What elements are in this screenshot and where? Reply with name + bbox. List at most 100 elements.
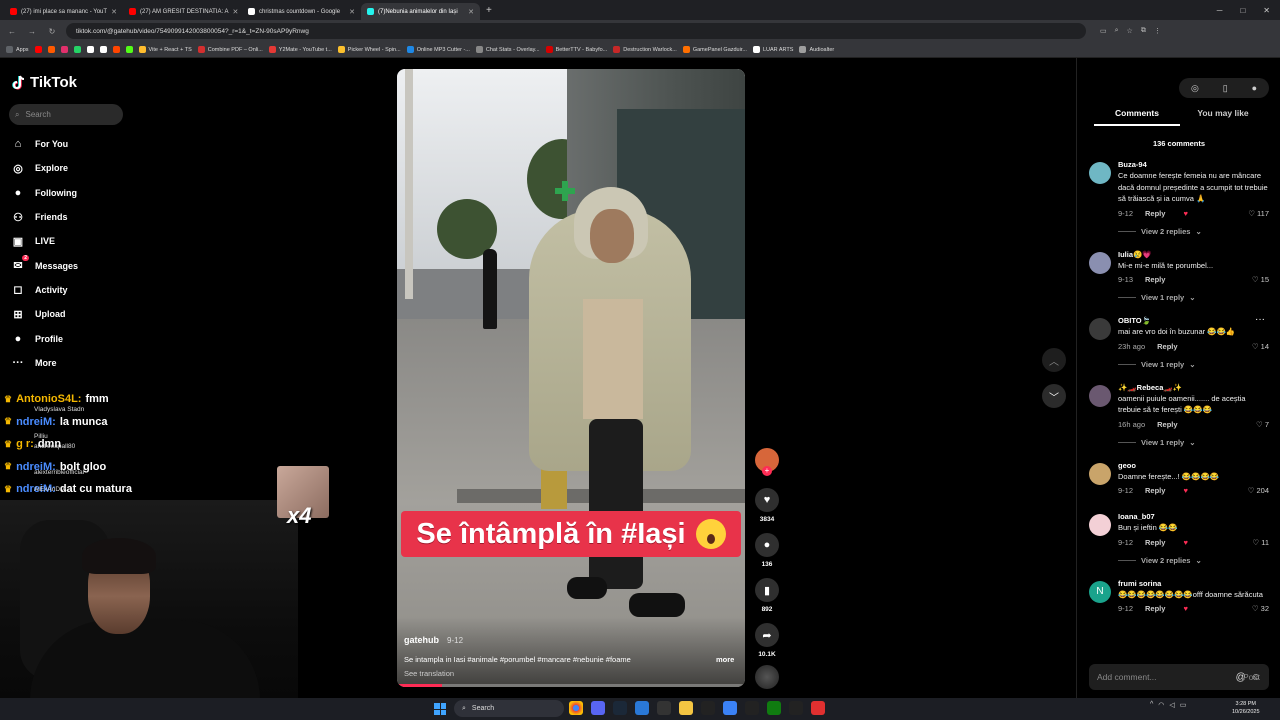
taskbar-clock[interactable]: 3:28 PM 10/26/2025 [1232, 700, 1260, 716]
menu-dots-icon[interactable]: ⋮ [1154, 27, 1161, 35]
comment-likes[interactable]: ♡ 11 [1252, 538, 1269, 547]
zoom-icon[interactable]: ⌕ [1115, 27, 1119, 35]
close-window-icon[interactable]: ✕ [1263, 6, 1270, 15]
terminal-icon[interactable] [657, 701, 671, 715]
bookmark-item[interactable]: Picker Wheel - Spin... [337, 46, 401, 53]
nav-item-upload[interactable]: ⊞ Upload [11, 302, 211, 326]
comment-username[interactable]: frumi sorina [1118, 579, 1269, 589]
folder-icon[interactable] [679, 701, 693, 715]
bookmark-item[interactable]: Y2Mate - YouTube t... [268, 46, 332, 53]
bookmark-item[interactable]: Combine PDF – Onli... [197, 46, 263, 53]
bookmark-item[interactable]: Destruction Warlock... [613, 46, 677, 53]
comment-username[interactable]: Buza-94 [1118, 160, 1269, 170]
bookmark-item[interactable] [34, 46, 42, 53]
chevron-up-icon[interactable]: ^ [1150, 701, 1153, 709]
video-more-link[interactable]: more [716, 655, 734, 664]
sound-disc-icon[interactable] [755, 665, 779, 689]
video-player[interactable]: Se întâmplă în #Iași gatehub 9-12 Se int… [397, 69, 745, 687]
device-icon[interactable]: ▯ [1223, 83, 1228, 94]
reload-icon[interactable]: ↻ [46, 27, 58, 36]
comment-avatar[interactable]: N [1089, 580, 1111, 603]
reply-button[interactable]: Reply [1145, 538, 1165, 547]
view-replies-button[interactable]: View 1 reply ⌄ [1118, 438, 1269, 447]
comment-likes[interactable]: ♡ 15 [1252, 275, 1269, 284]
minimize-icon[interactable]: ─ [1217, 6, 1223, 15]
browser-tab[interactable]: christmas countdown - Google ✕ [242, 3, 361, 20]
bookmark-icon[interactable]: ▮ [755, 578, 779, 602]
steam-icon[interactable] [613, 701, 627, 715]
comment-avatar[interactable] [1089, 462, 1111, 485]
follow-plus-icon[interactable]: + [762, 466, 772, 476]
nav-item-activity[interactable]: ◻ Activity [11, 278, 211, 302]
search-input[interactable]: ⌕ Search [9, 104, 123, 125]
reply-button[interactable]: Reply [1145, 604, 1165, 613]
app-icon[interactable] [701, 701, 715, 715]
nav-item-live[interactable]: ▣ LIVE [11, 229, 211, 253]
tiktok-logo[interactable]: TikTok [12, 74, 77, 91]
comment-username[interactable]: OBITO🍃 [1118, 316, 1269, 326]
chrome-icon[interactable] [569, 701, 583, 715]
bookmark-item[interactable]: Audioalter [799, 46, 834, 53]
see-translation-link[interactable]: See translation [404, 669, 454, 678]
app-icon[interactable] [745, 701, 759, 715]
nav-item-explore[interactable]: ◎ Explore [11, 156, 211, 180]
coins-icon[interactable]: ◎ [1191, 83, 1199, 94]
close-tab-icon[interactable]: ✕ [349, 8, 355, 16]
xbox-icon[interactable] [767, 701, 781, 715]
heart-icon[interactable]: ♥ [755, 488, 779, 512]
bookmark-item[interactable] [112, 46, 120, 53]
bookmark-item[interactable] [60, 46, 68, 53]
bookmark-item[interactable] [125, 46, 133, 53]
reply-button[interactable]: Reply [1145, 486, 1165, 495]
comment-avatar[interactable] [1089, 318, 1111, 340]
browser-tab[interactable]: (27) AM GRESIT DESTINATIA: A ✕ [123, 3, 242, 20]
bookmark-item[interactable]: Vite + React + TS [138, 46, 192, 53]
bookmark-item[interactable]: Chat Stats - Overlay... [475, 46, 540, 53]
bookmark-item[interactable] [99, 46, 107, 53]
view-replies-button[interactable]: View 2 replies ⌄ [1118, 556, 1269, 565]
bookmark-star-icon[interactable]: ☆ [1127, 27, 1133, 35]
close-tab-icon[interactable]: ✕ [232, 8, 238, 16]
nav-item-following[interactable]: ● Following [11, 181, 211, 205]
comment-avatar[interactable] [1089, 162, 1111, 184]
view-replies-button[interactable]: View 1 reply ⌄ [1118, 293, 1269, 302]
forward-icon[interactable]: → [26, 27, 38, 36]
nav-item-for-you[interactable]: ⌂ For You [11, 132, 211, 156]
reply-button[interactable]: Reply [1157, 420, 1177, 429]
reply-button[interactable]: Reply [1157, 342, 1177, 351]
battery-icon[interactable]: ▭ [1180, 701, 1187, 709]
video-progress-bar[interactable] [397, 684, 745, 687]
bookmark-item[interactable]: BetterTTV - Babyfo... [545, 46, 607, 53]
comment-likes[interactable]: ♡ 14 [1252, 342, 1269, 351]
comment-icon[interactable]: ● [755, 533, 779, 557]
previous-video-chevron-up-icon[interactable]: ︿ [1042, 348, 1066, 372]
cast-icon[interactable]: ▭ [1100, 27, 1107, 35]
comment-username[interactable]: geoo [1118, 461, 1269, 471]
app-icon[interactable] [811, 701, 825, 715]
view-replies-button[interactable]: View 1 reply ⌄ [1118, 360, 1269, 369]
comment-avatar[interactable] [1089, 384, 1111, 407]
volume-icon[interactable]: ◁ [1169, 701, 1174, 709]
comment-avatar[interactable] [1089, 251, 1111, 274]
browser-tab[interactable]: (27) imi place sa mananc - YouT ✕ [4, 3, 123, 20]
comment-likes[interactable]: ♡ 7 [1256, 420, 1269, 429]
comment-likes[interactable]: ♡ 117 [1248, 209, 1269, 218]
nav-item-profile[interactable]: ● Profile [11, 326, 211, 350]
bookmark-item[interactable]: Online MP3 Cutter -... [406, 46, 470, 53]
wifi-icon[interactable]: ◠ [1158, 701, 1164, 709]
comment-avatar[interactable] [1089, 514, 1111, 536]
browser-tab[interactable]: (7)Nebunia animalelor din Iași ✕ [361, 3, 480, 20]
user-avatar[interactable]: ● [1252, 83, 1257, 93]
tab-you-may-like[interactable]: You may like [1180, 108, 1266, 126]
extensions-icon[interactable]: ⧉ [1141, 27, 1146, 35]
bookmark-item[interactable]: GamePanel Gazduir... [682, 46, 747, 53]
bookmark-item[interactable]: LUAR ARTS [752, 46, 793, 53]
maximize-icon[interactable]: □ [1240, 6, 1245, 15]
back-icon[interactable]: ← [6, 27, 18, 36]
discord-icon[interactable] [591, 701, 605, 715]
comment-more-icon[interactable]: ··· [1255, 314, 1265, 325]
bookmark-item[interactable]: Apps [6, 46, 29, 53]
app-icon[interactable] [723, 701, 737, 715]
reply-button[interactable]: Reply [1145, 275, 1165, 284]
taskbar-search[interactable]: ⌕ Search [454, 700, 564, 717]
